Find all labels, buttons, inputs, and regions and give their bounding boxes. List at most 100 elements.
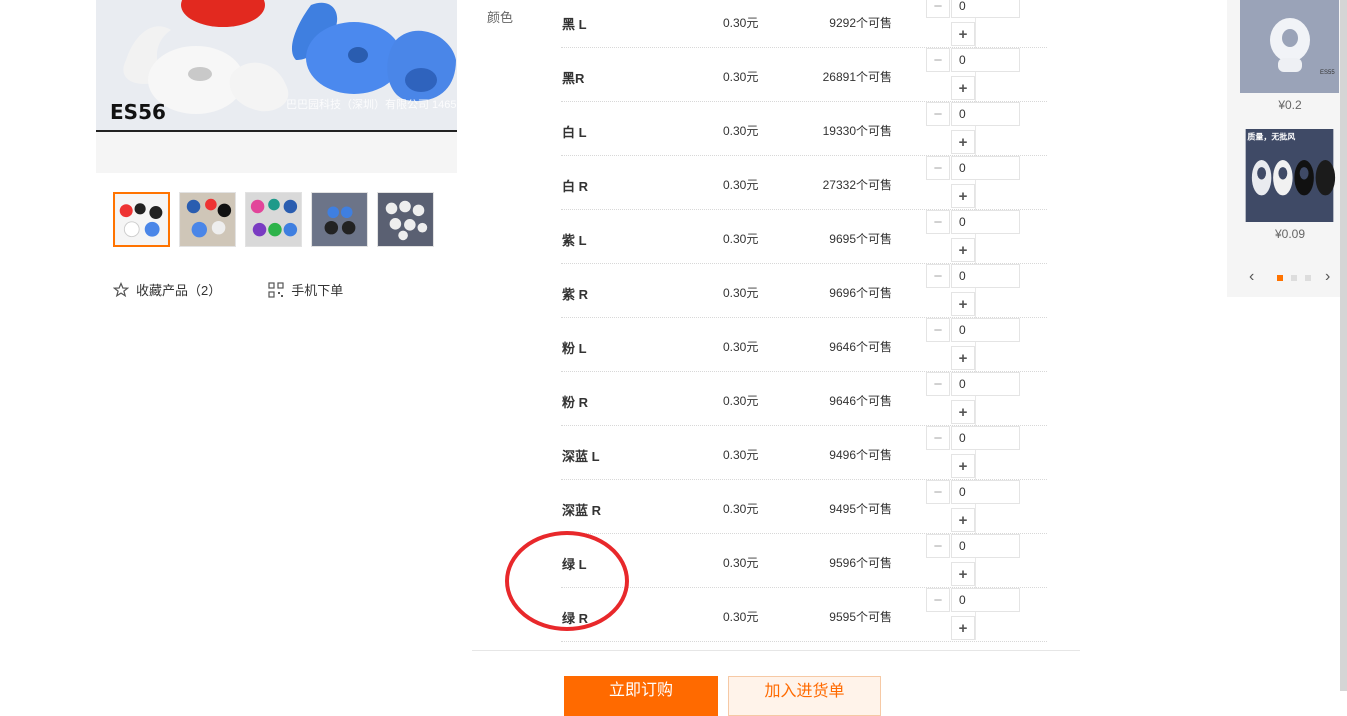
decrease-button[interactable]: − <box>926 210 950 234</box>
sku-table: 黑 L0.30元9292个可售−+黑R0.30元26891个可售−+白 L0.3… <box>561 0 1047 642</box>
quantity-input[interactable] <box>951 48 1020 72</box>
thumbnail-5[interactable] <box>377 192 434 247</box>
decrease-button[interactable]: − <box>926 102 950 126</box>
sku-row: 粉 L 0.30元 9646个可售 −+ <box>561 318 1047 372</box>
mobile-order-label: 手机下单 <box>291 283 344 298</box>
decrease-button[interactable]: − <box>926 480 950 504</box>
decrease-button[interactable]: − <box>926 426 950 450</box>
increase-button[interactable]: + <box>951 508 975 532</box>
mobile-order-button[interactable]: 手机下单 <box>268 280 343 299</box>
sku-stock: 9292个可售 <box>829 16 892 30</box>
quantity-stepper: −+ <box>926 588 1020 641</box>
increase-button[interactable]: + <box>951 346 975 370</box>
chevron-left-icon[interactable]: ‹ <box>1249 268 1254 286</box>
image-watermark: 巴巴园科技（深圳）有限公司 1465870518553.1688.com <box>286 99 457 111</box>
sku-row: 深蓝 L 0.30元 9496个可售 −+ <box>561 426 1047 480</box>
sku-name: 紫 R <box>562 287 589 302</box>
recommendation-panel: ES55 ¥0.2 质量，无批风 ¥0.09 ‹ › <box>1227 0 1340 297</box>
increase-button[interactable]: + <box>951 76 975 100</box>
main-product-image[interactable]: ES56 巴巴园科技（深圳）有限公司 1465870518553.1688.co… <box>96 0 457 173</box>
recommend-image-2: 质量，无批风 <box>1240 129 1339 222</box>
increase-button[interactable]: + <box>951 400 975 424</box>
quantity-input[interactable] <box>951 480 1020 504</box>
recommend-price-1: ¥0.2 <box>1278 98 1302 112</box>
scrollbar-thumb[interactable] <box>1340 0 1347 691</box>
carousel-dot-3[interactable] <box>1305 275 1311 281</box>
decrease-button[interactable]: − <box>926 372 950 396</box>
quantity-input[interactable] <box>951 210 1020 234</box>
sku-row: 绿 L 0.30元 9596个可售 −+ <box>561 534 1047 588</box>
decrease-button[interactable]: − <box>926 156 950 180</box>
decrease-button[interactable]: − <box>926 264 950 288</box>
sku-name: 粉 L <box>562 341 587 356</box>
recommend-image-2-text: 质量，无批风 <box>1247 132 1295 142</box>
sku-row: 绿 R 0.30元 9595个可售 −+ <box>561 588 1047 642</box>
chevron-right-icon[interactable]: › <box>1325 268 1330 286</box>
thumbnail-strip <box>113 192 434 247</box>
sku-name: 白 L <box>562 125 587 140</box>
sku-stock: 27332个可售 <box>822 178 892 192</box>
quantity-stepper: −+ <box>926 264 1020 317</box>
sku-price: 0.30元 <box>723 448 759 462</box>
quantity-input[interactable] <box>951 534 1020 558</box>
sku-stock: 9596个可售 <box>829 556 892 570</box>
quantity-stepper: −+ <box>926 102 1020 155</box>
decrease-button[interactable]: − <box>926 48 950 72</box>
sku-row: 粉 R 0.30元 9646个可售 −+ <box>561 372 1047 426</box>
sku-name: 紫 L <box>562 233 587 248</box>
decrease-button[interactable]: − <box>926 0 950 18</box>
recommend-price-2: ¥0.09 <box>1274 227 1306 241</box>
sku-stock: 26891个可售 <box>822 70 892 84</box>
sku-name: 深蓝 L <box>562 449 600 464</box>
carousel-dot-1[interactable] <box>1277 275 1283 281</box>
increase-button[interactable]: + <box>951 184 975 208</box>
product-actions: 收藏产品（2） 手机下单 <box>113 280 343 299</box>
thumbnail-1[interactable] <box>113 192 170 247</box>
quantity-input[interactable] <box>951 588 1020 612</box>
quantity-input[interactable] <box>951 318 1020 342</box>
recommend-image-1: ES55 <box>1240 0 1339 93</box>
favorite-button[interactable]: 收藏产品（2） <box>113 280 221 299</box>
quantity-input[interactable] <box>951 372 1020 396</box>
quantity-input[interactable] <box>951 156 1020 180</box>
sku-name: 黑R <box>562 71 585 86</box>
thumbnail-3[interactable] <box>245 192 302 247</box>
increase-button[interactable]: + <box>951 238 975 262</box>
sku-price: 0.30元 <box>723 394 759 408</box>
quantity-input[interactable] <box>951 0 1020 18</box>
recommend-image-1-text: ES55 <box>1320 70 1335 76</box>
increase-button[interactable]: + <box>951 562 975 586</box>
decrease-button[interactable]: − <box>926 534 950 558</box>
thumbnail-4[interactable] <box>311 192 368 247</box>
sku-row: 紫 L 0.30元 9695个可售 −+ <box>561 210 1047 264</box>
buy-now-button[interactable]: 立即订购 <box>564 676 718 716</box>
quantity-input[interactable] <box>951 264 1020 288</box>
quantity-stepper: −+ <box>926 210 1020 263</box>
sku-name: 绿 R <box>562 611 589 626</box>
sku-row: 白 R 0.30元 27332个可售 −+ <box>561 156 1047 210</box>
sku-row: 紫 R 0.30元 9696个可售 −+ <box>561 264 1047 318</box>
increase-button[interactable]: + <box>951 22 975 46</box>
sku-price: 0.30元 <box>723 610 759 624</box>
increase-button[interactable]: + <box>951 130 975 154</box>
quantity-stepper: −+ <box>926 426 1020 479</box>
increase-button[interactable]: + <box>951 616 975 640</box>
decrease-button[interactable]: − <box>926 588 950 612</box>
quantity-stepper: −+ <box>926 318 1020 371</box>
quantity-input[interactable] <box>951 102 1020 126</box>
quantity-input[interactable] <box>951 426 1020 450</box>
sku-stock: 9495个可售 <box>829 502 892 516</box>
page-scrollbar[interactable] <box>1340 0 1347 691</box>
sku-row: 黑 L 0.30元 9292个可售 −+ <box>561 0 1047 48</box>
add-to-cart-button[interactable]: 加入进货单 <box>728 676 881 716</box>
increase-button[interactable]: + <box>951 454 975 478</box>
qr-code-icon <box>268 281 284 298</box>
carousel-dots <box>1277 275 1311 281</box>
carousel-dot-2[interactable] <box>1291 275 1297 281</box>
recommend-item-1[interactable]: ES55 ¥0.2 <box>1240 0 1340 112</box>
sku-name: 绿 L <box>562 557 587 572</box>
thumbnail-2[interactable] <box>179 192 236 247</box>
decrease-button[interactable]: − <box>926 318 950 342</box>
recommend-item-2[interactable]: 质量，无批风 ¥0.09 <box>1240 129 1340 241</box>
increase-button[interactable]: + <box>951 292 975 316</box>
